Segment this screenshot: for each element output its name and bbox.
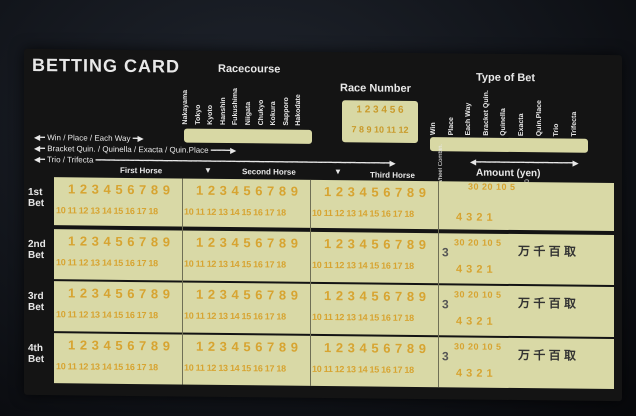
bet-3-col-0-row1[interactable]: 1 2 3 4 5 6 7 8 9: [68, 337, 170, 353]
bet-3-col-0-row2[interactable]: 10 11 12 13 14 15 16 17 18: [56, 361, 158, 372]
marker-2: ▼: [334, 167, 342, 177]
bet-3-multi-mark[interactable]: 3: [442, 349, 449, 363]
bet-2-amount-row1[interactable]: 30 20 10 5: [454, 289, 502, 299]
bet-2-col-1-row1[interactable]: 1 2 3 4 5 6 7 8 9: [196, 287, 298, 303]
bet-label-0: 1st Bet: [28, 186, 45, 210]
bet-type-label-5: Exacta: [518, 113, 525, 137]
column-divider-2: [438, 181, 439, 388]
bet-label-3: 4th Bet: [28, 342, 45, 366]
bet-0-col-0-row1[interactable]: 1 2 3 4 5 6 7 8 9: [68, 181, 170, 197]
racecourse-label-0: Nakayama: [182, 89, 189, 125]
legend-line2-text: Bracket Quin. / Quinella / Exacta / Quin…: [47, 144, 209, 155]
legend-line1-text: Win / Place / Each Way: [47, 133, 131, 143]
legend-line3: ◀━ Trio / Trifecta ━━━━━━━━━━━━━━━━━━━━━…: [34, 154, 396, 168]
bet-2-col-2-row1[interactable]: 1 2 3 4 5 6 7 8 9: [324, 288, 426, 304]
bet-0-amount-row1[interactable]: 30 20 10 5: [468, 182, 516, 192]
legend-line1: ◀━ Win / Place / Each Way ━▶: [34, 132, 144, 144]
bet-type-label-6: Quin.Place: [535, 100, 543, 137]
bet-3-col-2-row2[interactable]: 10 11 12 13 14 15 16 17 18: [312, 364, 414, 375]
second-horse-header: Second Horse: [242, 167, 296, 177]
bet-1-multi-mark[interactable]: 3: [442, 245, 449, 259]
photo: BETTING CARD Racecourse Race Number 1 2 …: [0, 0, 636, 416]
column-divider-1: [310, 179, 311, 386]
bet-label-1: 2nd Bet: [28, 238, 46, 262]
bet-1-col-0-row2[interactable]: 10 11 12 13 14 15 16 17 18: [56, 257, 158, 268]
bet-2-col-0-row2[interactable]: 10 11 12 13 14 15 16 17 18: [56, 309, 158, 320]
racecourse-label-9: Hakodate: [295, 94, 303, 126]
bet-1-col-2-row2[interactable]: 10 11 12 13 14 15 16 17 18: [312, 260, 414, 271]
racecourse-heading: Racecourse: [218, 62, 281, 76]
bet-2-col-2-row2[interactable]: 10 11 12 13 14 15 16 17 18: [312, 312, 414, 323]
racecourse-label-1: Tokyo: [194, 104, 202, 125]
bet-2-units-kanji[interactable]: 万 千 百 取: [518, 294, 576, 312]
bet-1-col-2-row1[interactable]: 1 2 3 4 5 6 7 8 9: [324, 236, 426, 252]
bet-3-amount-row2[interactable]: 4 3 2 1: [456, 367, 493, 379]
bet-0-col-2-row1[interactable]: 1 2 3 4 5 6 7 8 9: [324, 184, 426, 200]
bet-1-col-0-row1[interactable]: 1 2 3 4 5 6 7 8 9: [68, 233, 170, 249]
racecourse-label-3: Hanshin: [219, 97, 227, 125]
bet-type-label-0: Win: [430, 122, 437, 136]
bet-3-units-kanji[interactable]: 万 千 百 取: [518, 346, 576, 364]
bet-2-multi-mark[interactable]: 3: [442, 297, 449, 311]
bet-1-units-kanji[interactable]: 万 千 百 取: [518, 242, 576, 260]
bet-type-label-2: Each Way: [465, 102, 473, 136]
racecourse-label-8: Sapporo: [282, 97, 290, 126]
bet-1-amount-row1[interactable]: 30 20 10 5: [454, 237, 502, 247]
racecourse-bubbles[interactable]: [184, 128, 312, 144]
bet-3-col-1-row2[interactable]: 10 11 12 13 14 15 16 17 18: [184, 363, 286, 374]
marker-1: ▼: [204, 165, 212, 175]
bet-type-label-4: Quinella: [500, 108, 508, 136]
bet-0-col-1-row2[interactable]: 10 11 12 13 14 15 16 17 18: [184, 207, 286, 218]
racecourse-label-2: Kyoto: [207, 104, 215, 125]
racecourse-label-5: Niigata: [245, 101, 252, 126]
race-number-bubbles[interactable]: 1 2 3 4 5 6 7 8 9 10 11 12: [342, 100, 418, 143]
bet-0-col-2-row2[interactable]: 10 11 12 13 14 15 16 17 18: [312, 208, 414, 219]
column-divider-0: [182, 178, 183, 385]
amount-arrow: ◀━━━━━━━━━━━━━━━━━━━━▶: [470, 157, 579, 168]
bet-type-label-3: Bracket Quin.: [482, 90, 490, 136]
legend-line2: ◀━ Bracket Quin. / Quinella / Exacta / Q…: [34, 143, 237, 156]
bet-0-col-0-row2[interactable]: 10 11 12 13 14 15 16 17 18: [56, 205, 158, 216]
first-horse-header: First Horse: [120, 165, 163, 176]
bet-1-amount-row2[interactable]: 4 3 2 1: [456, 263, 493, 275]
bet-3-col-1-row1[interactable]: 1 2 3 4 5 6 7 8 9: [196, 339, 298, 355]
racecourse-label-6: Chukyo: [257, 99, 265, 126]
bet-3-amount-row1[interactable]: 30 20 10 5: [454, 341, 502, 351]
bet-2-col-0-row1[interactable]: 1 2 3 4 5 6 7 8 9: [68, 285, 170, 301]
legend-line3-text: Trio / Trifecta: [47, 155, 94, 165]
racecourse-label-7: Kokura: [270, 101, 278, 126]
bet-type-heading: Type of Bet: [476, 71, 536, 85]
race-number-row2: 7 8 9 10 11 12: [351, 124, 409, 135]
bet-type-label-8: Trifecta: [570, 111, 578, 137]
race-number-heading: Race Number: [340, 82, 411, 95]
bet-label-2: 3rd Bet: [28, 290, 45, 314]
bet-2-amount-row2[interactable]: 4 3 2 1: [456, 315, 493, 327]
bet-1-col-1-row1[interactable]: 1 2 3 4 5 6 7 8 9: [196, 235, 298, 251]
card-title: BETTING CARD: [32, 54, 180, 77]
bet-0-col-1-row1[interactable]: 1 2 3 4 5 6 7 8 9: [196, 183, 298, 199]
bet-3-col-2-row1[interactable]: 1 2 3 4 5 6 7 8 9: [324, 340, 426, 356]
bet-type-label-7: Trio: [553, 123, 561, 137]
bet-0-amount-row2[interactable]: 4 3 2 1: [456, 211, 493, 223]
bet-2-col-1-row2[interactable]: 10 11 12 13 14 15 16 17 18: [184, 311, 286, 322]
betting-card: BETTING CARD Racecourse Race Number 1 2 …: [24, 48, 622, 402]
racecourse-label-4: Fukushima: [232, 88, 240, 126]
bet-type-label-1: Place: [447, 117, 455, 136]
race-number-row1: 1 2 3 4 5 6: [356, 104, 404, 116]
bet-type-bubbles[interactable]: [430, 137, 588, 153]
third-horse-header: Third Horse: [370, 170, 415, 180]
bet-1-col-1-row2[interactable]: 10 11 12 13 14 15 16 17 18: [184, 259, 286, 270]
